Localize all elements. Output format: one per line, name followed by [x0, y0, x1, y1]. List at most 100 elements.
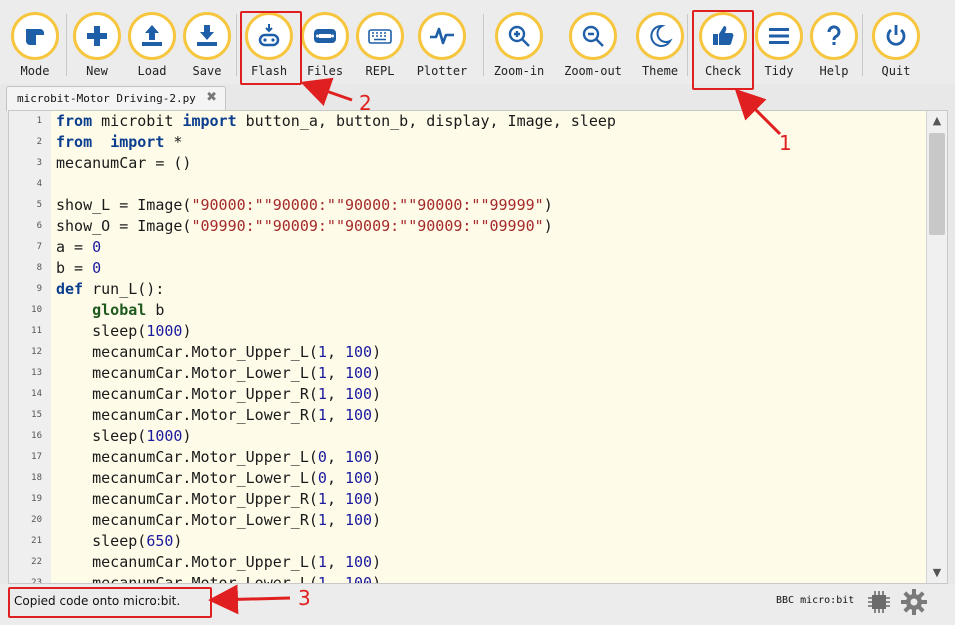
code-text: from import * [56, 133, 183, 151]
code-text: mecanumCar.Motor_Lower_L(0, 100) [56, 469, 382, 487]
line-number: 20 [31, 515, 42, 525]
quit-button[interactable]: Quit [864, 12, 928, 82]
code-text: sleep(1000) [56, 427, 192, 445]
download-icon [197, 25, 217, 46]
line-number: 9 [36, 284, 42, 294]
gear-icon[interactable] [900, 588, 928, 616]
code-text: mecanumCar.Motor_Upper_R(1, 100) [56, 385, 382, 403]
line-number: 8 [36, 263, 42, 273]
status-bar: Copied code onto micro:bit. BBC micro:bi… [0, 584, 955, 625]
code-line[interactable]: 17 mecanumCar.Motor_Upper_L(0, 100) [9, 447, 927, 468]
code-line[interactable]: 10 global b [9, 300, 927, 321]
keyboard-icon [368, 29, 392, 44]
line-number: 13 [31, 368, 42, 378]
zoom-out-label: Zoom-out [564, 64, 622, 78]
code-text: mecanumCar.Motor_Upper_L(0, 100) [56, 448, 382, 466]
scroll-down-arrow-icon[interactable]: ▼ [929, 565, 945, 581]
code-line[interactable]: 21 sleep(650) [9, 531, 927, 552]
scrollbar-thumb[interactable] [929, 133, 945, 235]
close-icon[interactable]: ✖ [206, 90, 217, 105]
annotation-number-3: 3 [298, 586, 311, 610]
code-text: mecanumCar.Motor_Upper_L(1, 100) [56, 553, 382, 571]
line-number: 14 [31, 389, 42, 399]
line-number: 5 [36, 200, 42, 210]
thumbs-up-icon [713, 26, 734, 45]
code-text: mecanumCar = () [56, 154, 192, 172]
device-mode-label: BBC micro:bit [776, 595, 855, 606]
code-line[interactable]: 4 [9, 174, 927, 195]
help-button[interactable]: Help [802, 12, 866, 82]
code-line[interactable]: 15 mecanumCar.Motor_Lower_R(1, 100) [9, 405, 927, 426]
code-line[interactable]: 22 mecanumCar.Motor_Upper_L(1, 100) [9, 552, 927, 573]
line-number: 10 [31, 305, 42, 315]
zoom-in-button[interactable]: Zoom-in [487, 12, 551, 82]
plotter-button[interactable]: Plotter [410, 12, 474, 82]
zoom-out-button[interactable]: Zoom-out [561, 12, 625, 82]
code-line[interactable]: 1 from microbit import button_a, button_b… [9, 111, 927, 132]
theme-label: Theme [641, 64, 679, 78]
toolbar: Mode New Load Save Flash Files REPL Plot… [0, 0, 955, 84]
code-text: b = 0 [56, 259, 102, 277]
code-line[interactable]: 9 def run_L(): [9, 279, 927, 300]
code-text: global b [92, 301, 165, 319]
code-line[interactable]: 14 mecanumCar.Motor_Upper_R(1, 100) [9, 384, 927, 405]
file-tab[interactable]: microbit-Motor Driving-2.py ✖ [6, 86, 226, 111]
code-line[interactable]: 6 show_O = Image("09990:""90009:""90009:"… [9, 216, 927, 237]
code-line[interactable]: 20 mecanumCar.Motor_Lower_R(1, 100) [9, 510, 927, 531]
chip-icon[interactable] [866, 589, 892, 615]
zoom-in-icon [508, 25, 530, 47]
code-line[interactable]: 7 a = 0 [9, 237, 927, 258]
moon-icon [650, 24, 673, 47]
tab-bar: microbit-Motor Driving-2.py ✖ [0, 86, 955, 111]
code-line[interactable]: 3 mecanumCar = () [9, 153, 927, 174]
line-number: 11 [31, 326, 42, 336]
file-tab-label: microbit-Motor Driving-2.py [17, 92, 196, 105]
mode-icon [26, 29, 44, 45]
code-line[interactable]: 18 mecanumCar.Motor_Lower_L(0, 100) [9, 468, 927, 489]
code-editor[interactable]: 1 from microbit import button_a, button_b… [8, 110, 948, 584]
repl-button[interactable]: REPL [348, 12, 412, 82]
line-number: 2 [36, 137, 42, 147]
annotation-number-1: 1 [779, 131, 792, 155]
code-text: mecanumCar.Motor_Upper_L(1, 100) [56, 343, 382, 361]
code-line[interactable]: 13 mecanumCar.Motor_Lower_L(1, 100) [9, 363, 927, 384]
code-line[interactable]: 12 mecanumCar.Motor_Upper_L(1, 100) [9, 342, 927, 363]
code-text: a = 0 [56, 238, 102, 256]
line-number: 3 [36, 158, 42, 168]
lines-icon [769, 28, 789, 44]
code-line[interactable]: 8 b = 0 [9, 258, 927, 279]
mode-label: Mode [20, 64, 50, 78]
code-text: mecanumCar.Motor_Lower_R(1, 100) [56, 511, 382, 529]
code-text: show_O = Image("09990:""90009:""90009:""… [56, 217, 553, 235]
line-number: 1 [36, 116, 42, 126]
zoom-out-icon [582, 25, 604, 47]
toolbar-separator [862, 14, 863, 76]
pulse-icon [430, 27, 454, 45]
code-text: mecanumCar.Motor_Lower_L(1, 100) [56, 574, 382, 584]
plus-icon [87, 26, 107, 46]
quit-label: Quit [881, 64, 911, 78]
vertical-scrollbar[interactable]: ▲ ▼ [926, 111, 947, 583]
save-button[interactable]: Save [175, 12, 239, 82]
code-text: mecanumCar.Motor_Lower_R(1, 100) [56, 406, 382, 424]
flash-label: Flash [250, 64, 288, 78]
line-number: 7 [36, 242, 42, 252]
power-icon [886, 25, 906, 46]
files-icon [314, 29, 336, 43]
line-number: 22 [31, 557, 42, 567]
line-number: 6 [36, 221, 42, 231]
check-button[interactable]: Check [691, 12, 755, 82]
code-line[interactable]: 19 mecanumCar.Motor_Upper_R(1, 100) [9, 489, 927, 510]
code-text: def run_L(): [56, 280, 165, 298]
code-text: sleep(650) [56, 532, 183, 550]
line-number: 16 [31, 431, 42, 441]
code-line[interactable]: 5 show_L = Image("90000:""90000:""90000:"… [9, 195, 927, 216]
code-line[interactable]: 16 sleep(1000) [9, 426, 927, 447]
mode-button[interactable]: Mode [3, 12, 67, 82]
code-line[interactable]: 11 sleep(1000) [9, 321, 927, 342]
theme-button[interactable]: Theme [628, 12, 692, 82]
scroll-up-arrow-icon[interactable]: ▲ [929, 113, 945, 129]
flash-button[interactable]: Flash [237, 12, 301, 82]
upload-icon [142, 25, 162, 46]
code-line[interactable]: 23 mecanumCar.Motor_Lower_L(1, 100) [9, 573, 927, 584]
